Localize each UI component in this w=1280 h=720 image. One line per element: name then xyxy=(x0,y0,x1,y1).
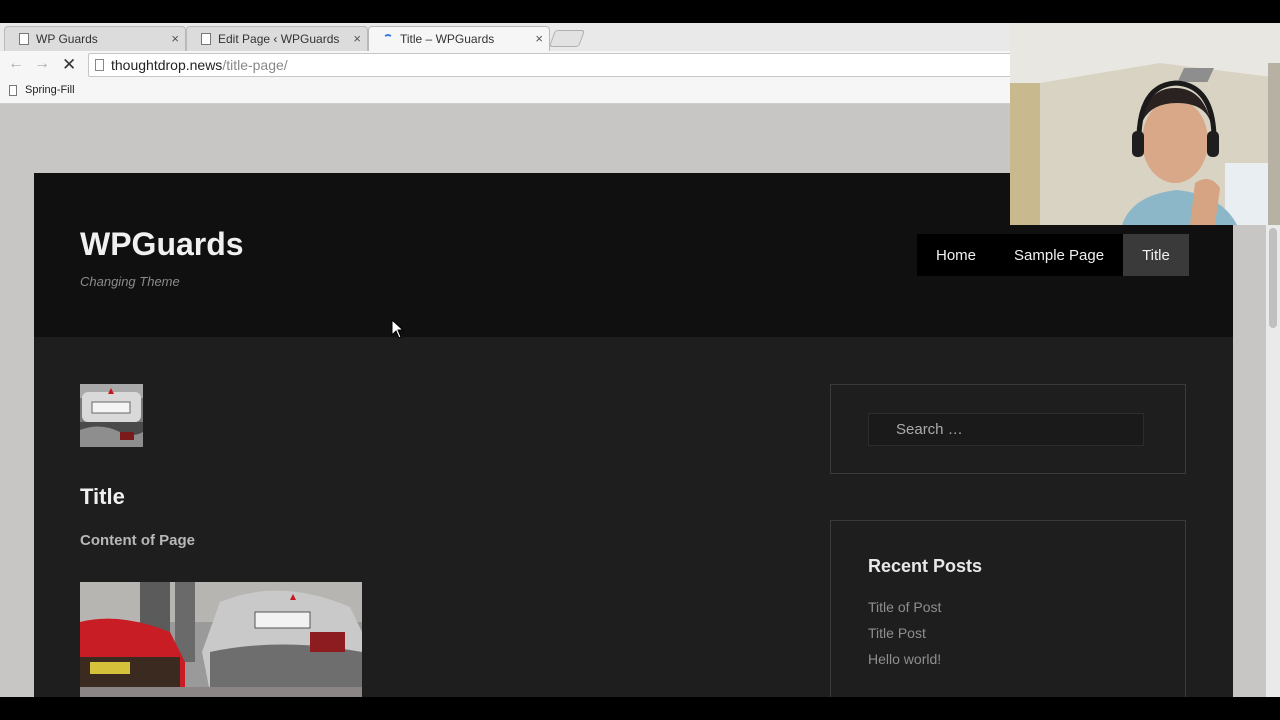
entry-title: Title xyxy=(80,484,125,509)
loading-spinner-icon xyxy=(383,34,393,44)
nav-item-sample-page[interactable]: Sample Page xyxy=(995,234,1123,276)
bookmark-spring-fill[interactable]: Spring-Fill xyxy=(9,84,75,96)
content-image-car-crash[interactable] xyxy=(80,582,362,697)
close-icon[interactable]: × xyxy=(353,31,361,46)
bookmark-label: Spring-Fill xyxy=(25,84,75,96)
tab-edit-page[interactable]: Edit Page ‹ WPGuards — W × xyxy=(186,26,368,51)
page-icon xyxy=(19,33,29,45)
nav-item-home[interactable]: Home xyxy=(917,234,995,276)
forward-arrow-icon[interactable]: → xyxy=(34,55,50,73)
tab-title: Edit Page ‹ WPGuards — W xyxy=(218,32,342,46)
address-bar[interactable]: thoughtdrop.news/title-page/ xyxy=(88,53,1018,77)
site-title[interactable]: WPGuards xyxy=(80,226,244,263)
page-icon xyxy=(201,33,211,45)
site-description: Changing Theme xyxy=(80,274,180,289)
page-icon xyxy=(9,84,17,96)
site-container: WPGuards Changing Theme Home Sample Page… xyxy=(34,173,1233,697)
recent-post-link[interactable]: Title of Post xyxy=(868,598,941,624)
nav-item-title[interactable]: Title xyxy=(1123,234,1189,276)
tab-title-active[interactable]: Title – WPGuards × xyxy=(368,26,550,51)
screen-frame: WP Guards × Edit Page ‹ WPGuards — W × T… xyxy=(0,0,1280,720)
site-content: Title Content of Page Search … Recent Po… xyxy=(34,337,1233,697)
new-tab-button[interactable] xyxy=(548,30,586,47)
mouse-cursor-icon xyxy=(391,319,405,339)
close-icon[interactable]: × xyxy=(535,31,543,46)
search-widget: Search … xyxy=(830,384,1186,474)
recent-post-link[interactable]: Hello world! xyxy=(868,650,941,676)
back-arrow-icon[interactable]: ← xyxy=(8,55,24,73)
widget-title: Recent Posts xyxy=(868,556,983,576)
entry-content: Content of Page xyxy=(80,532,195,549)
tab-title: WP Guards xyxy=(36,32,98,46)
main-navigation: Home Sample Page Title xyxy=(917,234,1189,276)
url-host: thoughtdrop.news xyxy=(111,57,223,73)
scrollbar-thumb[interactable] xyxy=(1269,228,1277,328)
recent-posts-widget: Recent Posts Title of Post Title Post He… xyxy=(830,520,1186,697)
recent-posts-list: Title of Post Title Post Hello world! xyxy=(868,598,941,676)
featured-image-thumbnail[interactable] xyxy=(80,384,143,447)
tab-title: Title – WPGuards xyxy=(400,32,495,46)
webcam-overlay xyxy=(1010,23,1280,225)
close-icon[interactable]: × xyxy=(171,31,179,46)
search-input[interactable]: Search … xyxy=(868,413,1144,446)
stop-loading-icon[interactable]: ✕ xyxy=(62,55,76,75)
url-path: /title-page/ xyxy=(222,57,288,73)
recent-post-link[interactable]: Title Post xyxy=(868,624,941,650)
tab-wp-guards[interactable]: WP Guards × xyxy=(4,26,186,51)
page-icon xyxy=(95,59,104,71)
